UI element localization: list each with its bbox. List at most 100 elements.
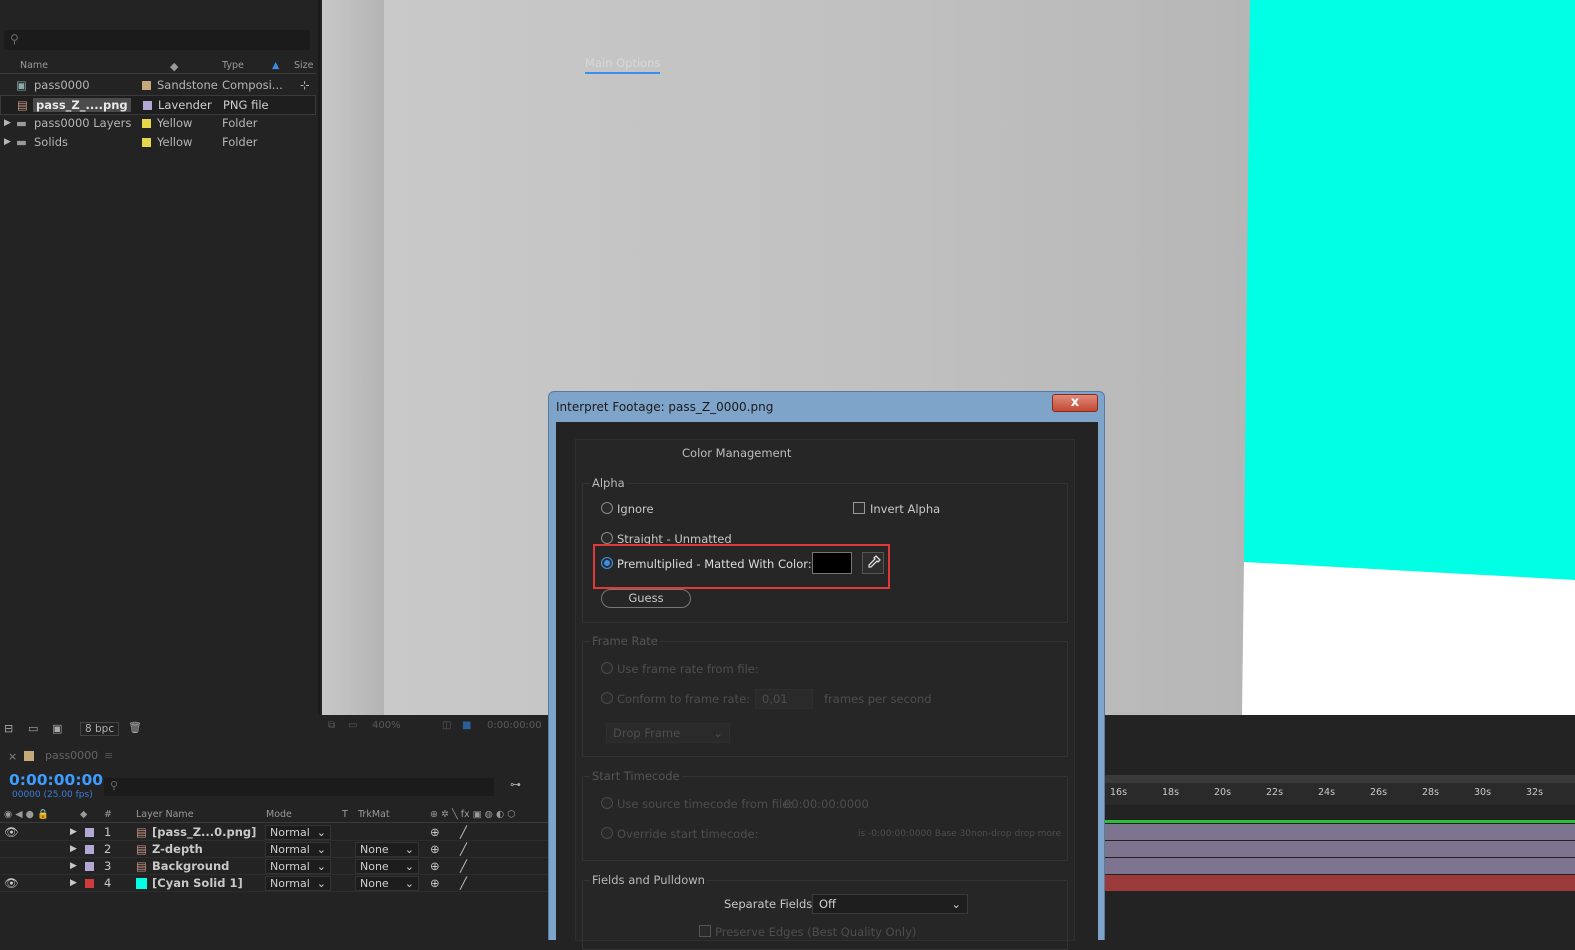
- frame-rate-input[interactable]: 0,01: [755, 689, 813, 709]
- layer-name[interactable]: Background: [152, 859, 229, 873]
- close-tab-icon[interactable]: ×: [8, 750, 17, 763]
- menu-icon[interactable]: ≡: [104, 749, 113, 762]
- eye-icon[interactable]: 👁: [4, 825, 19, 839]
- layer-bar[interactable]: [1102, 875, 1575, 891]
- interpret-footage-icon[interactable]: ⊟: [4, 722, 13, 735]
- ignore-radio[interactable]: [601, 502, 613, 514]
- expand-arrow-icon[interactable]: ▶: [4, 118, 11, 128]
- viewer-time[interactable]: 0:00:00:00: [487, 720, 542, 731]
- blend-mode-select[interactable]: Normal ⌄: [265, 859, 331, 874]
- shy-icon[interactable]: ⊕: [430, 876, 440, 890]
- layer-row[interactable]: ▶ 3 ▤ Background Normal ⌄ None ⌄ ⊕ ╱: [0, 858, 550, 875]
- new-composition-icon[interactable]: ▣: [52, 722, 62, 735]
- quality-icon[interactable]: ╱: [460, 876, 467, 890]
- col-layer-name[interactable]: Layer Name: [136, 809, 194, 820]
- blend-mode-select[interactable]: Normal ⌄: [265, 825, 331, 840]
- use-file-rate-label: Use frame rate from file:: [617, 662, 759, 676]
- project-item[interactable]: ▣ pass0000 Sandstone Composi... ⊹: [0, 76, 316, 95]
- layer-bar[interactable]: [1102, 824, 1575, 840]
- shy-icon[interactable]: ⊕: [430, 842, 440, 856]
- trkmat-select[interactable]: None ⌄: [355, 876, 419, 891]
- col-mode: Mode: [266, 809, 292, 820]
- project-item[interactable]: ▶ ▬ Solids Yellow Folder: [0, 133, 316, 152]
- layer-name[interactable]: [pass_Z...0.png]: [152, 825, 256, 839]
- layer-label-swatch[interactable]: [85, 828, 94, 837]
- conform-rate-radio[interactable]: [601, 692, 613, 704]
- expand-arrow-icon[interactable]: ▶: [70, 827, 77, 837]
- trkmat-select[interactable]: None ⌄: [355, 842, 419, 857]
- use-file-rate-radio[interactable]: [601, 662, 613, 674]
- label-swatch[interactable]: [142, 81, 151, 90]
- shy-icon[interactable]: ⊕: [430, 859, 440, 873]
- viewer-edge: [322, 0, 384, 715]
- av-switches-icon: ◉ ◀ ● 🔒: [4, 809, 49, 820]
- layer-name[interactable]: Z-depth: [152, 842, 203, 856]
- project-search[interactable]: ⚲: [4, 30, 310, 50]
- separate-fields-select[interactable]: Off ⌄: [812, 894, 968, 914]
- channel-icon[interactable]: ■: [462, 720, 471, 731]
- layer-label-swatch[interactable]: [85, 862, 94, 871]
- label-swatch[interactable]: [142, 119, 151, 128]
- expand-arrow-icon[interactable]: ▶: [70, 844, 77, 854]
- snapshot-icon[interactable]: ⧉: [328, 720, 335, 731]
- blend-mode-select[interactable]: Normal ⌄: [265, 876, 331, 891]
- trkmat-select[interactable]: None ⌄: [355, 859, 419, 874]
- chevron-down-icon: ⌄: [404, 877, 414, 890]
- ruler-tick: 22s: [1266, 787, 1284, 798]
- layer-label-swatch[interactable]: [85, 879, 94, 888]
- layer-bar[interactable]: [1102, 858, 1575, 874]
- label-col-icon[interactable]: ◆: [170, 60, 178, 73]
- straight-radio[interactable]: [601, 532, 613, 544]
- quality-icon[interactable]: ╱: [460, 842, 467, 856]
- bit-depth-button[interactable]: 8 bpc: [80, 722, 120, 736]
- label-swatch[interactable]: [142, 138, 151, 147]
- eye-icon[interactable]: 👁: [4, 876, 19, 890]
- invert-alpha-checkbox[interactable]: [853, 502, 865, 514]
- project-item[interactable]: ▶ ▬ pass0000 Layers Yellow Folder: [0, 114, 316, 133]
- layer-num: 2: [104, 842, 112, 856]
- label-swatch[interactable]: [143, 101, 152, 110]
- quality-icon[interactable]: ╱: [460, 859, 467, 873]
- premultiplied-radio[interactable]: [601, 557, 613, 569]
- expand-arrow-icon[interactable]: ▶: [4, 137, 11, 147]
- use-source-timecode-radio[interactable]: [601, 797, 613, 809]
- layer-row[interactable]: 👁 ▶ 4 [Cyan Solid 1] Normal ⌄ None ⌄ ⊕ ╱: [0, 875, 550, 892]
- mode-value: Normal: [270, 860, 310, 873]
- tab-main-options[interactable]: Main Options: [585, 56, 661, 74]
- layer-row[interactable]: ▶ 2 ▤ Z-depth Normal ⌄ None ⌄ ⊕ ╱: [0, 841, 550, 858]
- trash-icon[interactable]: 🗑: [128, 721, 142, 734]
- display-icon[interactable]: ▭: [348, 720, 357, 731]
- col-type[interactable]: Type: [222, 60, 244, 71]
- zoom-select[interactable]: 400%: [372, 720, 401, 731]
- col-size[interactable]: Size: [294, 60, 314, 71]
- expand-arrow-icon[interactable]: ▶: [70, 861, 77, 871]
- override-timecode-radio[interactable]: [601, 827, 613, 839]
- blend-mode-select[interactable]: Normal ⌄: [265, 842, 331, 857]
- eyedropper-button[interactable]: [862, 552, 884, 574]
- layer-label-swatch[interactable]: [85, 845, 94, 854]
- layer-row[interactable]: 👁 ▶ 1 ▤ [pass_Z...0.png] Normal ⌄ ⊕ ╱: [0, 824, 550, 841]
- work-area-bar[interactable]: [1102, 820, 1575, 823]
- col-name[interactable]: Name: [20, 60, 48, 71]
- shy-icon[interactable]: ⊕: [430, 825, 440, 839]
- expand-arrow-icon[interactable]: ▶: [70, 878, 77, 888]
- new-folder-icon[interactable]: ▭: [28, 722, 38, 735]
- layer-bar[interactable]: [1102, 841, 1575, 857]
- drop-frame-select[interactable]: Drop Frame ⌄: [606, 723, 730, 743]
- layer-name[interactable]: [Cyan Solid 1]: [152, 876, 243, 890]
- current-timecode[interactable]: 0:00:00:00: [9, 771, 103, 789]
- project-item[interactable]: ▤ pass_Z_....png Lavender PNG file: [0, 95, 316, 115]
- close-button[interactable]: x: [1052, 394, 1098, 412]
- layer-num: 4: [104, 876, 112, 890]
- quality-icon[interactable]: ╱: [460, 825, 467, 839]
- tab-color-management[interactable]: Color Management: [682, 446, 791, 460]
- timeline-search[interactable]: ⚲: [104, 778, 494, 796]
- label-col-icon: ◆: [80, 809, 88, 820]
- flowchart-icon[interactable]: ⊹: [300, 78, 310, 92]
- time-ruler[interactable]: 16s 18s 20s 22s 24s 26s 28s 30s 32s: [1102, 775, 1575, 805]
- matte-color-swatch[interactable]: [812, 552, 852, 574]
- guess-button[interactable]: Guess: [601, 589, 691, 608]
- region-icon[interactable]: ◫: [442, 720, 451, 731]
- preserve-edges-checkbox[interactable]: [699, 925, 711, 937]
- comp-flowchart-icon[interactable]: ⊶: [510, 778, 521, 791]
